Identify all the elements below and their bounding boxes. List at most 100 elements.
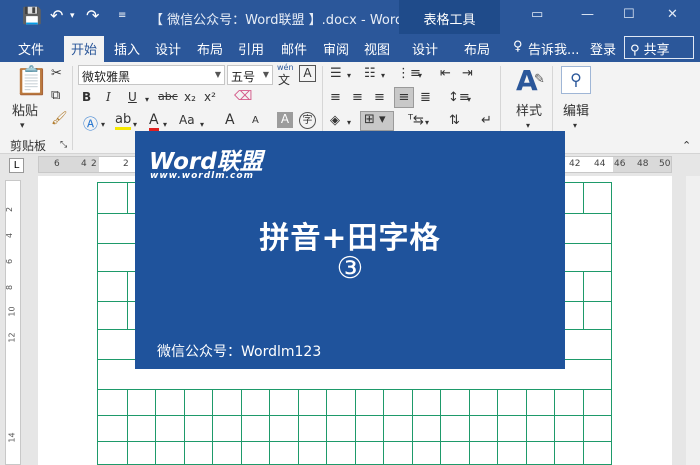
ruler-number: 44 (594, 159, 606, 169)
tab-mailings[interactable]: 邮件 (281, 39, 307, 58)
sort-icon[interactable]: ⇅ (449, 113, 460, 129)
tab-selector[interactable]: L (9, 158, 24, 173)
numbering-icon[interactable]: ☷ (364, 66, 376, 82)
font-size-combo[interactable]: 五号 ▼ (227, 65, 273, 85)
find-icon[interactable]: ⚲ (561, 66, 591, 94)
redo-icon[interactable]: ↷ (86, 5, 99, 27)
ribbon-display-icon[interactable]: ▭ (531, 7, 543, 22)
tab-insert[interactable]: 插入 (114, 39, 140, 58)
paste-dropdown-icon[interactable]: ▾ (20, 118, 25, 134)
bold-button[interactable]: B (82, 90, 91, 104)
distributed-icon[interactable]: ≣ (420, 90, 431, 106)
tab-design[interactable]: 设计 (155, 39, 181, 58)
line-spacing-dropdown-icon[interactable]: ▾ (467, 92, 471, 108)
editing-dropdown-icon[interactable]: ▾ (573, 118, 577, 134)
underline-button[interactable]: U (128, 90, 137, 104)
ruler-number: 2 (91, 159, 97, 169)
superscript-button[interactable]: x² (204, 90, 216, 104)
chevron-down-icon: ▼ (262, 70, 269, 79)
styles-brush-icon: ✎ (534, 72, 545, 87)
align-left-icon[interactable]: ≡ (330, 90, 341, 106)
copy-icon[interactable]: ⧉ (51, 88, 60, 104)
share-button[interactable]: ⚲ 共享 (624, 36, 694, 59)
tab-layout[interactable]: 布局 (197, 39, 223, 58)
font-color-icon[interactable]: A (149, 112, 159, 131)
increase-indent-icon[interactable]: ⇥ (462, 66, 473, 82)
justify-icon[interactable]: ≡ (394, 87, 414, 108)
maximize-button[interactable]: ☐ (623, 7, 635, 22)
grow-font-button[interactable]: A (225, 112, 235, 128)
subscript-button[interactable]: x₂ (184, 90, 196, 104)
tab-file[interactable]: 文件 (18, 39, 44, 58)
ruler-number: 6 (54, 159, 60, 169)
shading-dropdown-icon[interactable]: ▾ (347, 115, 351, 131)
highlight-icon[interactable]: ab (115, 112, 132, 130)
shading-icon[interactable]: ◈ (330, 113, 340, 129)
decrease-indent-icon[interactable]: ⇤ (440, 66, 451, 82)
ruler-number: 4 (81, 159, 87, 169)
phonetic-guide-icon[interactable]: 文 (278, 71, 290, 88)
save-icon[interactable]: 💾 (22, 5, 42, 27)
ruler-number: 2 (5, 206, 15, 213)
grid-col-line (155, 389, 156, 464)
text-effects-icon[interactable]: Ⓐ (83, 113, 98, 134)
numbering-dropdown-icon[interactable]: ▾ (381, 68, 385, 84)
borders-icon[interactable]: ⊞ ▾ (360, 111, 394, 131)
shrink-font-button[interactable]: A (252, 115, 259, 126)
undo-icon[interactable]: ↶ (50, 5, 63, 27)
minimize-button[interactable]: — (581, 7, 594, 22)
cut-icon[interactable]: ✂ (51, 66, 62, 82)
char-shading-button[interactable]: A (277, 112, 293, 128)
chinese-layout-icon[interactable]: ᵀ⇆ (408, 113, 424, 129)
styles-label[interactable]: 样式 (516, 100, 542, 119)
show-marks-icon[interactable]: ↵ (481, 113, 492, 129)
editing-label[interactable]: 编辑 (563, 100, 589, 119)
share-label: 共享 (643, 43, 670, 58)
underline-dropdown-icon[interactable]: ▾ (145, 92, 149, 108)
tab-references[interactable]: 引用 (238, 39, 264, 58)
bullets-dropdown-icon[interactable]: ▾ (347, 68, 351, 84)
grid-col-line (326, 389, 327, 464)
close-button[interactable]: ✕ (667, 7, 678, 22)
italic-button[interactable]: I (106, 90, 111, 104)
align-center-icon[interactable]: ≡ (352, 90, 363, 106)
clear-formatting-icon[interactable]: ⌫ (234, 89, 252, 105)
collapse-ribbon-icon[interactable]: ⌃ (682, 138, 691, 154)
user-icon: ⚲ (630, 43, 640, 58)
bullets-icon[interactable]: ☰ (330, 66, 342, 82)
grid-col-line (127, 271, 128, 329)
text-effects-dropdown-icon[interactable]: ▾ (101, 117, 105, 133)
grid-col-line (583, 271, 584, 329)
tell-me-icon[interactable]: ♀ (513, 39, 523, 54)
font-name-combo[interactable]: 微软雅黑 ▼ (78, 65, 225, 85)
align-right-icon[interactable]: ≡ (374, 90, 385, 106)
signin-link[interactable]: 登录 (590, 39, 616, 58)
grid-col-line (412, 389, 413, 464)
change-case-button[interactable]: Aa (179, 113, 195, 127)
banner-footer: 微信公众号：Wordlm123 (157, 344, 322, 360)
grid-col-line (583, 183, 584, 213)
tell-me-input[interactable]: 告诉我... (528, 39, 579, 58)
customize-icon[interactable]: ≡ (118, 5, 126, 27)
strikethrough-button[interactable]: abc (158, 90, 178, 103)
enclose-characters-button[interactable]: 字 (299, 112, 316, 129)
paste-icon[interactable]: 📋 (14, 66, 49, 96)
format-painter-icon[interactable]: 🖌 (51, 111, 68, 127)
ruler-number: 4 (5, 232, 15, 239)
vertical-scrollbar[interactable] (686, 176, 700, 465)
clipboard-launcher-icon[interactable]: ⤡ (60, 137, 67, 153)
tab-home[interactable]: 开始 (64, 36, 105, 62)
tab-view[interactable]: 视图 (364, 39, 390, 58)
char-border-icon[interactable]: A (299, 65, 316, 82)
undo-dropdown-icon[interactable]: ▾ (70, 5, 75, 27)
grid-col-line (269, 389, 270, 464)
ruler-left-margin (39, 157, 99, 172)
paste-label[interactable]: 粘贴 (12, 100, 38, 119)
clipboard-group-label: 剪贴板 (10, 139, 47, 153)
tab-review[interactable]: 审阅 (323, 39, 349, 58)
chinese-layout-dropdown-icon[interactable]: ▾ (425, 115, 429, 131)
multilevel-dropdown-icon[interactable]: ▾ (418, 68, 422, 84)
grid-col-line (212, 389, 213, 464)
tab-table-design[interactable]: 设计 (412, 39, 438, 58)
tab-table-layout[interactable]: 布局 (464, 39, 490, 58)
